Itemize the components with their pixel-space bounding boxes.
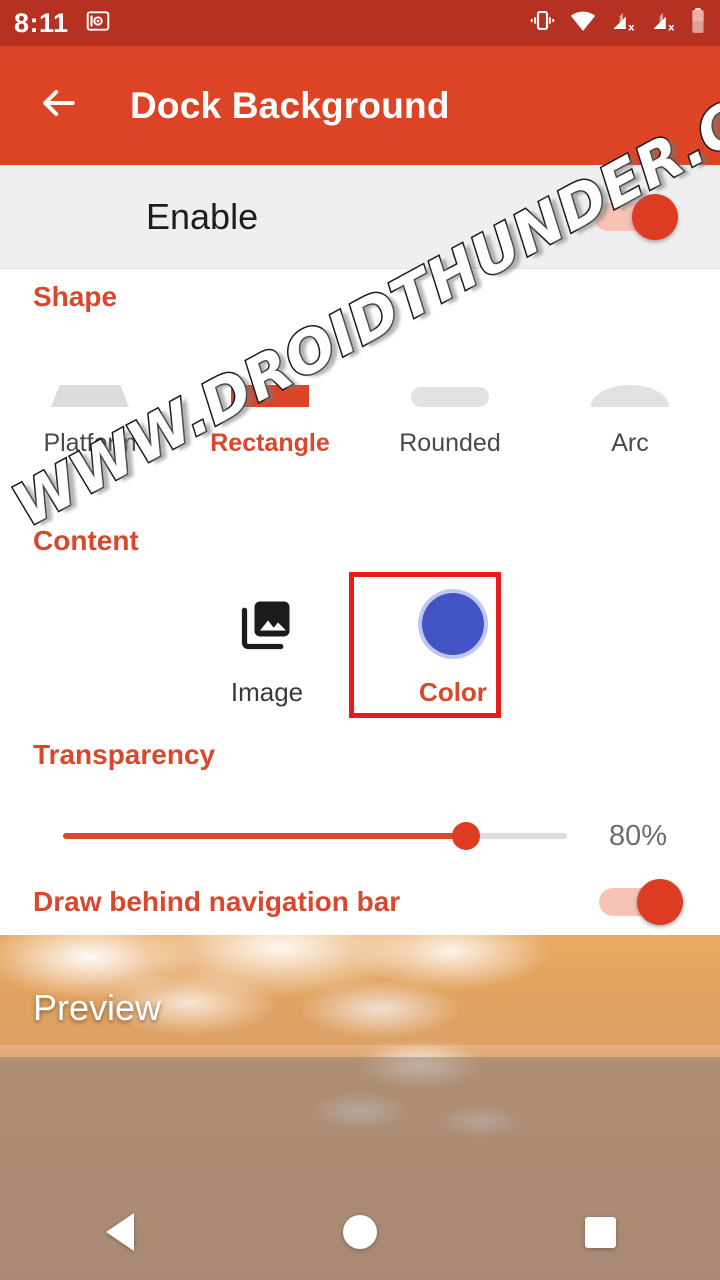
enable-toggle-thumb — [632, 193, 678, 240]
settings-content: Shape Platform Rectangle Rounded Arc Con… — [0, 269, 720, 935]
vibrate-icon — [529, 7, 556, 39]
content-option-label: Color — [419, 677, 487, 707]
content-option-image[interactable]: Image — [203, 585, 331, 708]
status-bar: 8:11 x x — [0, 0, 720, 46]
draw-behind-nav-row[interactable]: Draw behind navigation bar — [0, 872, 720, 932]
nav-recents-button[interactable] — [555, 1187, 645, 1277]
screenshot-capture-icon — [85, 8, 111, 39]
shape-platform-icon — [51, 359, 129, 407]
back-button[interactable] — [30, 78, 86, 134]
transparency-value: 80% — [609, 819, 668, 852]
transparency-row: 80% — [0, 806, 720, 866]
wifi-icon — [569, 7, 597, 40]
nav-back-triangle-icon — [106, 1213, 134, 1251]
page-title: Dock Background — [130, 84, 450, 126]
shape-option-label: Platform — [43, 429, 137, 457]
slider-thumb[interactable] — [452, 822, 481, 850]
shape-option-label: Rectangle — [210, 429, 330, 457]
content-option-color[interactable]: Color — [389, 585, 517, 708]
content-section-title: Content — [33, 525, 139, 556]
shape-options-row: Platform Rectangle Rounded Arc — [0, 359, 720, 479]
draw-behind-nav-toggle[interactable] — [599, 879, 685, 925]
color-swatch-icon — [422, 585, 484, 663]
nav-back-button[interactable] — [75, 1187, 165, 1277]
content-option-label: Image — [230, 677, 304, 707]
signal-no-sim-1-icon: x — [610, 7, 637, 39]
shape-rounded-icon — [411, 359, 489, 407]
svg-text:x: x — [668, 23, 675, 34]
navigation-bar — [0, 1184, 720, 1280]
preview-label: Preview — [33, 987, 162, 1028]
transparency-slider[interactable] — [63, 818, 567, 854]
nav-home-button[interactable] — [315, 1187, 405, 1277]
shape-option-rounded[interactable]: Rounded — [360, 359, 540, 479]
svg-text:x: x — [628, 23, 635, 34]
enable-toggle[interactable] — [594, 193, 680, 240]
draw-behind-nav-toggle-thumb — [637, 879, 683, 925]
status-bar-clock: 8:11 — [14, 7, 69, 38]
enable-label: Enable — [146, 195, 259, 237]
app-bar: Dock Background — [0, 46, 720, 165]
nav-recents-square-icon — [584, 1216, 616, 1248]
transparency-section-title: Transparency — [33, 739, 216, 770]
status-bar-notification-icons — [85, 8, 111, 39]
preview-area: Preview — [0, 935, 720, 1280]
shape-rectangle-icon — [231, 359, 309, 407]
shape-option-label: Rounded — [399, 429, 501, 457]
status-bar-system-icons: x x — [529, 7, 706, 40]
nav-home-circle-icon — [343, 1215, 377, 1249]
shape-option-rectangle[interactable]: Rectangle — [180, 359, 360, 479]
enable-row[interactable]: Enable — [0, 165, 720, 269]
shape-option-arc[interactable]: Arc — [540, 359, 720, 479]
shape-option-platform[interactable]: Platform — [0, 359, 180, 479]
back-arrow-icon — [36, 81, 80, 130]
shape-option-label: Arc — [611, 429, 649, 457]
shape-section-title: Shape — [33, 281, 118, 312]
draw-behind-nav-label: Draw behind navigation bar — [33, 886, 401, 917]
signal-no-sim-2-icon: x — [650, 7, 677, 39]
battery-icon — [690, 7, 706, 40]
photo-library-icon — [237, 585, 297, 663]
content-options-row: Image Color — [0, 585, 720, 745]
shape-arc-icon — [591, 359, 669, 407]
slider-fill — [63, 833, 467, 839]
